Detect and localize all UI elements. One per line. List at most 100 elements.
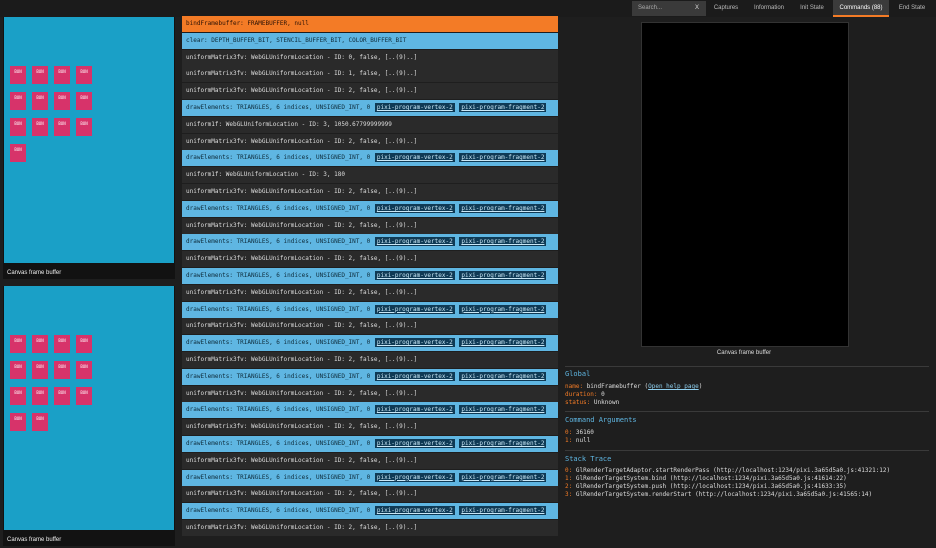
duration-value: 0 bbox=[601, 391, 605, 398]
command-row[interactable]: uniform1f: WebGLUniformLocation - ID: 3,… bbox=[182, 167, 558, 184]
command-row[interactable]: uniformMatrix3fv: WebGLUniformLocation -… bbox=[182, 284, 558, 301]
tab-commands[interactable]: Commands (88) bbox=[833, 0, 889, 17]
program-vertex-link[interactable]: pixi-program-vertex-2 bbox=[374, 439, 455, 448]
status-value: Unknown bbox=[593, 399, 620, 406]
program-vertex-link[interactable]: pixi-program-vertex-2 bbox=[374, 405, 455, 415]
arguments-section: Command Arguments 0: 36160 1: null bbox=[565, 416, 637, 445]
command-row[interactable]: bindFramebuffer: FRAMEBUFFER, null bbox=[182, 16, 558, 32]
command-row[interactable]: uniformMatrix3fv: WebGLUniformLocation -… bbox=[182, 486, 558, 503]
command-row[interactable]: drawElements: TRIANGLES, 6 indices, UNSI… bbox=[182, 335, 558, 352]
program-vertex-link[interactable]: pixi-program-vertex-2 bbox=[374, 338, 455, 348]
command-row[interactable]: uniformMatrix3fv: WebGLUniformLocation -… bbox=[182, 66, 558, 83]
command-row[interactable]: uniformMatrix3fv: WebGLUniformLocation -… bbox=[182, 318, 558, 335]
command-text: clear: DEPTH_BUFFER_BIT, STENCIL_BUFFER_… bbox=[186, 36, 407, 44]
program-vertex-link[interactable]: pixi-program-vertex-2 bbox=[374, 153, 455, 163]
thumbnail-canvas: BUN BUN BUN BUN BUN BUN BUN BUN BUN BUN BUN BUN BUN B… bbox=[4, 286, 174, 530]
command-row[interactable]: uniformMatrix3fv: WebGLUniformLocation -… bbox=[182, 385, 558, 402]
command-row[interactable]: drawElements: TRIANGLES, 6 indices, UNSI… bbox=[182, 268, 558, 284]
command-row[interactable]: uniformMatrix3fv: WebGLUniformLocation -… bbox=[182, 133, 558, 150]
search-input[interactable]: Search... X bbox=[632, 1, 706, 16]
command-row[interactable]: uniformMatrix3fv: WebGLUniformLocation -… bbox=[182, 352, 558, 368]
program-fragment-link[interactable]: pixi-program-fragment-2 bbox=[459, 271, 547, 280]
section-title: Command Arguments bbox=[565, 416, 637, 424]
program-vertex-link[interactable]: pixi-program-vertex-2 bbox=[374, 371, 455, 381]
command-row[interactable]: drawElements: TRIANGLES, 6 indices, UNSI… bbox=[182, 200, 558, 217]
tab-init-state[interactable]: Init State bbox=[794, 0, 830, 17]
bunny-sprite: BUN bbox=[10, 335, 26, 353]
bunny-sprite: BUN bbox=[76, 387, 92, 405]
program-vertex-link[interactable]: pixi-program-vertex-2 bbox=[374, 103, 455, 112]
preview-caption: Canvas frame buffer bbox=[716, 350, 772, 356]
command-row[interactable]: drawElements: TRIANGLES, 6 indices, UNSI… bbox=[182, 469, 558, 486]
program-fragment-link[interactable]: pixi-program-fragment-2 bbox=[459, 103, 547, 112]
command-row[interactable]: drawElements: TRIANGLES, 6 indices, UNSI… bbox=[182, 234, 558, 251]
bunny-sprite: BUN bbox=[76, 92, 92, 110]
command-text: uniformMatrix3fv: WebGLUniformLocation -… bbox=[186, 70, 418, 78]
command-row[interactable]: uniformMatrix3fv: WebGLUniformLocation -… bbox=[182, 83, 558, 100]
bunny-sprite: BUN bbox=[32, 361, 48, 379]
status-key: status: bbox=[565, 399, 591, 406]
command-text: uniformMatrix3fv: WebGLUniformLocation -… bbox=[186, 322, 418, 330]
command-text: drawElements: TRIANGLES, 6 indices, UNSI… bbox=[186, 507, 371, 515]
command-row[interactable]: uniformMatrix3fv: WebGLUniformLocation -… bbox=[182, 251, 558, 268]
program-fragment-link[interactable]: pixi-program-fragment-2 bbox=[459, 371, 547, 381]
command-text: uniformMatrix3fv: WebGLUniformLocation -… bbox=[186, 137, 418, 145]
command-text: drawElements: TRIANGLES, 6 indices, UNSI… bbox=[186, 204, 371, 212]
program-vertex-link[interactable]: pixi-program-vertex-2 bbox=[374, 472, 455, 482]
stack-frame: GlRenderTargetSystem.bind (http://localh… bbox=[575, 475, 847, 482]
close-icon[interactable]: X bbox=[695, 1, 699, 16]
bunny-sprite: BUN bbox=[32, 92, 48, 110]
command-row[interactable]: uniformMatrix3fv: WebGLUniformLocation -… bbox=[182, 452, 558, 469]
duration-key: duration: bbox=[565, 391, 598, 398]
stack-index: 0: bbox=[565, 467, 573, 474]
command-text: drawElements: TRIANGLES, 6 indices, UNSI… bbox=[186, 339, 371, 347]
tab-captures[interactable]: Captures bbox=[708, 0, 744, 17]
command-text: drawElements: TRIANGLES, 6 indices, UNSI… bbox=[186, 406, 371, 414]
framebuffer-preview bbox=[641, 22, 849, 347]
command-row[interactable]: uniformMatrix3fv: WebGLUniformLocation -… bbox=[182, 217, 558, 234]
command-row[interactable]: drawElements: TRIANGLES, 6 indices, UNSI… bbox=[182, 301, 558, 318]
framebuffer-thumbnail-2[interactable]: BUN BUN BUN BUN BUN BUN BUN BUN BUN BUN BUN BUN BUN B… bbox=[3, 286, 175, 546]
program-fragment-link[interactable]: pixi-program-fragment-2 bbox=[459, 506, 547, 516]
command-row[interactable]: uniformMatrix3fv: WebGLUniformLocation -… bbox=[182, 49, 558, 66]
program-fragment-link[interactable]: pixi-program-fragment-2 bbox=[459, 439, 547, 448]
command-row[interactable]: uniformMatrix3fv: WebGLUniformLocation -… bbox=[182, 419, 558, 436]
arg-value: null bbox=[575, 437, 591, 444]
stack-trace-section: Stack Trace 0: GlRenderTargetAdaptor.sta… bbox=[565, 455, 890, 499]
tab-end-state[interactable]: End State bbox=[892, 0, 932, 17]
command-row[interactable]: drawElements: TRIANGLES, 6 indices, UNSI… bbox=[182, 150, 558, 167]
program-vertex-link[interactable]: pixi-program-vertex-2 bbox=[374, 203, 455, 213]
program-vertex-link[interactable]: pixi-program-vertex-2 bbox=[374, 271, 455, 280]
help-link[interactable]: Open help page bbox=[648, 383, 699, 390]
command-row[interactable]: uniformMatrix3fv: WebGLUniformLocation -… bbox=[182, 184, 558, 200]
command-row[interactable]: clear: DEPTH_BUFFER_BIT, STENCIL_BUFFER_… bbox=[182, 32, 558, 49]
command-text: drawElements: TRIANGLES, 6 indices, UNSI… bbox=[186, 305, 371, 313]
framebuffer-thumbnail-1[interactable]: BUN BUN BUN BUN BUN BUN BUN BUN BUN BUN BUN BUN BUN … bbox=[3, 17, 175, 279]
command-row[interactable]: drawElements: TRIANGLES, 6 indices, UNSI… bbox=[182, 368, 558, 385]
bunny-sprite: BUN bbox=[32, 66, 48, 84]
command-text: drawElements: TRIANGLES, 6 indices, UNSI… bbox=[186, 372, 371, 380]
bunny-sprite: BUN bbox=[10, 66, 26, 84]
command-row[interactable]: drawElements: TRIANGLES, 6 indices, UNSI… bbox=[182, 503, 558, 520]
command-row[interactable]: uniformMatrix3fv: WebGLUniformLocation -… bbox=[182, 520, 558, 536]
program-vertex-link[interactable]: pixi-program-vertex-2 bbox=[374, 506, 455, 516]
command-row[interactable]: drawElements: TRIANGLES, 6 indices, UNSI… bbox=[182, 402, 558, 419]
command-row[interactable]: uniform1f: WebGLUniformLocation - ID: 3,… bbox=[182, 116, 558, 133]
program-fragment-link[interactable]: pixi-program-fragment-2 bbox=[459, 153, 547, 163]
tab-information[interactable]: Information bbox=[747, 0, 791, 17]
program-vertex-link[interactable]: pixi-program-vertex-2 bbox=[374, 304, 455, 314]
bunny-sprite: BUN bbox=[54, 118, 70, 136]
command-row[interactable]: drawElements: TRIANGLES, 6 indices, UNSI… bbox=[182, 436, 558, 452]
program-fragment-link[interactable]: pixi-program-fragment-2 bbox=[459, 405, 547, 415]
command-row[interactable]: drawElements: TRIANGLES, 6 indices, UNSI… bbox=[182, 100, 558, 116]
section-title: Stack Trace bbox=[565, 455, 612, 463]
command-text: drawElements: TRIANGLES, 6 indices, UNSI… bbox=[186, 238, 371, 246]
program-vertex-link[interactable]: pixi-program-vertex-2 bbox=[374, 237, 455, 247]
global-section: Global name: bindFramebuffer (Open help … bbox=[565, 370, 703, 406]
bunny-sprite: BUN bbox=[54, 92, 70, 110]
program-fragment-link[interactable]: pixi-program-fragment-2 bbox=[459, 237, 547, 247]
program-fragment-link[interactable]: pixi-program-fragment-2 bbox=[459, 304, 547, 314]
program-fragment-link[interactable]: pixi-program-fragment-2 bbox=[459, 472, 547, 482]
program-fragment-link[interactable]: pixi-program-fragment-2 bbox=[459, 338, 547, 348]
program-fragment-link[interactable]: pixi-program-fragment-2 bbox=[459, 203, 547, 213]
